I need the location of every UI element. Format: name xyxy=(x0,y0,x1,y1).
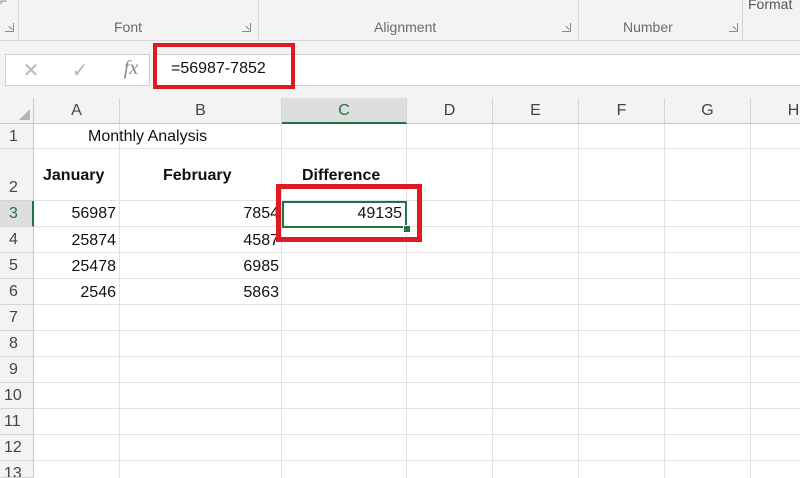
gridline xyxy=(406,124,407,478)
column-header-d[interactable]: D xyxy=(407,98,493,124)
column-header-c[interactable]: C xyxy=(282,98,407,124)
cell-b3[interactable]: 7854 xyxy=(120,205,279,223)
row-header-3[interactable]: 3 xyxy=(0,201,34,227)
select-all-button[interactable] xyxy=(0,98,34,124)
number-group: Number xyxy=(578,0,742,40)
ribbon: ⌐ Font Alignment Number Format xyxy=(0,0,800,41)
row-header-4[interactable]: 4 xyxy=(0,227,34,253)
column-header-e[interactable]: E xyxy=(493,98,579,124)
gridline xyxy=(34,278,800,279)
row-header-5[interactable]: 5 xyxy=(0,253,34,279)
column-header-a[interactable]: A xyxy=(34,98,120,124)
gridline xyxy=(664,124,665,478)
gridline xyxy=(34,434,800,435)
cell-a4[interactable]: 25874 xyxy=(34,232,117,250)
cell-a6[interactable]: 2546 xyxy=(34,284,116,302)
cut-off-icon: ⌐ xyxy=(0,0,8,8)
gridline xyxy=(34,460,800,461)
alignment-group: Alignment xyxy=(258,0,578,40)
cell-c2[interactable]: Difference xyxy=(302,167,380,185)
alignment-dialog-launcher-icon[interactable] xyxy=(562,23,571,32)
cell-a2[interactable]: January xyxy=(43,167,104,185)
column-header-g[interactable]: G xyxy=(665,98,751,124)
row-header-12[interactable]: 12 xyxy=(0,435,34,461)
cell-b2[interactable]: February xyxy=(163,167,231,185)
row-header-8[interactable]: 8 xyxy=(0,331,34,357)
clipboard-dialog-launcher-icon[interactable] xyxy=(5,23,14,32)
cell-b5[interactable]: 6985 xyxy=(120,258,279,276)
cancel-icon[interactable]: ✕ xyxy=(17,58,45,83)
row-header-11[interactable]: 11 xyxy=(0,409,34,435)
gridline xyxy=(34,408,800,409)
ribbon-divider xyxy=(742,0,743,40)
number-dialog-launcher-icon[interactable] xyxy=(729,23,738,32)
gridline xyxy=(34,382,800,383)
gridline xyxy=(34,330,800,331)
number-group-label: Number xyxy=(623,19,673,35)
cell-a3[interactable]: 56987 xyxy=(34,205,117,223)
cell-b4[interactable]: 4587 xyxy=(120,232,279,250)
formula-bar: ✕ ✓ fx =56987-7852 xyxy=(0,41,800,98)
gridline xyxy=(492,124,493,478)
gridline xyxy=(750,124,751,478)
formula-controls: ✕ ✓ fx xyxy=(5,54,150,86)
column-header-b[interactable]: B xyxy=(120,98,282,124)
column-header-f[interactable]: F xyxy=(579,98,665,124)
cell-a5[interactable]: 25478 xyxy=(34,258,117,276)
alignment-group-label: Alignment xyxy=(374,19,437,35)
row-header-13[interactable]: 13 xyxy=(0,461,34,478)
gridline xyxy=(578,124,579,478)
cell-a1[interactable]: Monthly Analysis xyxy=(88,128,207,146)
row-header-7[interactable]: 7 xyxy=(0,305,34,331)
gridline xyxy=(34,356,800,357)
gridline xyxy=(34,148,800,149)
cell-b6[interactable]: 5863 xyxy=(120,284,279,302)
font-group: Font xyxy=(18,0,258,40)
row-header-2[interactable]: 2 xyxy=(0,149,34,201)
gridline xyxy=(34,304,800,305)
insert-function-icon[interactable]: fx xyxy=(117,57,145,80)
column-header-h[interactable]: H xyxy=(751,98,800,124)
font-group-label: Font xyxy=(114,19,143,35)
row-header-1[interactable]: 1 xyxy=(0,124,34,149)
font-dialog-launcher-icon[interactable] xyxy=(242,23,251,32)
gridline xyxy=(281,124,282,478)
enter-icon[interactable]: ✓ xyxy=(66,58,94,83)
formula-highlight-box xyxy=(153,43,295,89)
gridline xyxy=(34,252,800,253)
row-header-6[interactable]: 6 xyxy=(0,279,34,305)
row-header-10[interactable]: 10 xyxy=(0,383,34,409)
row-header-9[interactable]: 9 xyxy=(0,357,34,383)
result-highlight-box xyxy=(276,184,422,242)
format-group-label[interactable]: Format xyxy=(748,0,792,12)
